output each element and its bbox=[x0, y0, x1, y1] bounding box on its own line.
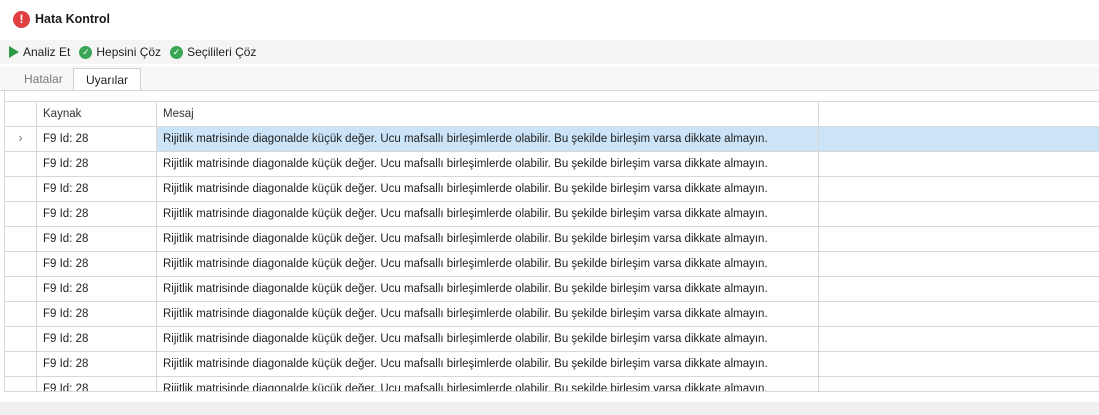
status-bar bbox=[0, 402, 1099, 415]
cell-filler bbox=[819, 152, 1099, 176]
grid-rows: › F9 Id: 28 Rijitlik matrisinde diagonalde… bbox=[5, 127, 1099, 391]
table-row[interactable]: F9 Id: 28 Rijitlik matrisinde diagonalde … bbox=[5, 327, 1099, 352]
table-row[interactable]: F9 Id: 28 Rijitlik matrisinde diagonalde … bbox=[5, 227, 1099, 252]
solve-selected-button-label: Seçilileri Çöz bbox=[187, 45, 257, 59]
column-header-source[interactable]: Kaynak bbox=[37, 102, 157, 126]
solve-selected-button[interactable]: ✓ Seçilileri Çöz bbox=[170, 42, 256, 62]
cell-message: Rijitlik matrisinde diagonalde küçük değ… bbox=[157, 177, 819, 201]
cell-filler bbox=[819, 302, 1099, 326]
cell-filler bbox=[819, 177, 1099, 201]
row-indicator bbox=[5, 177, 37, 201]
row-indicator: › bbox=[5, 127, 37, 151]
table-row[interactable]: F9 Id: 28 Rijitlik matrisinde diagonalde … bbox=[5, 177, 1099, 202]
row-indicator-header bbox=[5, 102, 37, 126]
cell-filler bbox=[819, 202, 1099, 226]
tab-warnings[interactable]: Uyarılar bbox=[73, 68, 142, 92]
cell-source: F9 Id: 28 bbox=[37, 227, 157, 251]
row-indicator bbox=[5, 252, 37, 276]
table-row[interactable]: F9 Id: 28 Rijitlik matrisinde diagonalde … bbox=[5, 277, 1099, 302]
cell-source: F9 Id: 28 bbox=[37, 302, 157, 326]
check-circle-icon: ✓ bbox=[170, 45, 184, 59]
cell-message: Rijitlik matrisinde diagonalde küçük değ… bbox=[157, 327, 819, 351]
cell-source: F9 Id: 28 bbox=[37, 277, 157, 301]
analyze-button-label: Analiz Et bbox=[23, 45, 71, 59]
table-row[interactable]: F9 Id: 28 Rijitlik matrisinde diagonalde … bbox=[5, 352, 1099, 377]
cell-filler bbox=[819, 127, 1099, 151]
tab-errors[interactable]: Hatalar bbox=[12, 68, 75, 90]
cell-filler bbox=[819, 252, 1099, 276]
table-row[interactable]: F9 Id: 28 Rijitlik matrisinde diagonalde … bbox=[5, 377, 1099, 391]
cell-filler bbox=[819, 327, 1099, 351]
cell-source: F9 Id: 28 bbox=[37, 152, 157, 176]
window-title: Hata Kontrol bbox=[35, 12, 110, 26]
tab-bar: Hatalar Uyarılar bbox=[0, 66, 1099, 92]
row-indicator bbox=[5, 377, 37, 391]
play-icon bbox=[9, 46, 19, 58]
check-circle-icon: ✓ bbox=[79, 45, 93, 59]
cell-filler bbox=[819, 377, 1099, 391]
table-row[interactable]: › F9 Id: 28 Rijitlik matrisinde diagonalde… bbox=[5, 127, 1099, 152]
table-row[interactable]: F9 Id: 28 Rijitlik matrisinde diagonalde … bbox=[5, 152, 1099, 177]
cell-source: F9 Id: 28 bbox=[37, 202, 157, 226]
cell-source: F9 Id: 28 bbox=[37, 252, 157, 276]
analyze-button[interactable]: Analiz Et bbox=[9, 42, 70, 62]
row-indicator bbox=[5, 202, 37, 226]
column-header-message[interactable]: Mesaj bbox=[157, 102, 819, 126]
cell-source: F9 Id: 28 bbox=[37, 377, 157, 391]
cell-filler bbox=[819, 352, 1099, 376]
row-indicator bbox=[5, 352, 37, 376]
solve-all-button[interactable]: ✓ Hepsini Çöz bbox=[79, 42, 161, 62]
cell-message: Rijitlik matrisinde diagonalde küçük değ… bbox=[157, 302, 819, 326]
table-row[interactable]: F9 Id: 28 Rijitlik matrisinde diagonalde … bbox=[5, 252, 1099, 277]
table-row[interactable]: F9 Id: 28 Rijitlik matrisinde diagonalde … bbox=[5, 302, 1099, 327]
row-indicator bbox=[5, 302, 37, 326]
toolbar: Analiz Et ✓ Hepsini Çöz ✓ Seçilileri Çöz bbox=[0, 40, 1099, 64]
row-indicator bbox=[5, 327, 37, 351]
cell-message: Rijitlik matrisinde diagonalde küçük değ… bbox=[157, 127, 819, 151]
cell-message: Rijitlik matrisinde diagonalde küçük değ… bbox=[157, 352, 819, 376]
solve-all-button-label: Hepsini Çöz bbox=[96, 45, 162, 59]
cell-message: Rijitlik matrisinde diagonalde küçük değ… bbox=[157, 252, 819, 276]
table-row[interactable]: F9 Id: 28 Rijitlik matrisinde diagonalde … bbox=[5, 202, 1099, 227]
cell-message: Rijitlik matrisinde diagonalde küçük değ… bbox=[157, 277, 819, 301]
cell-source: F9 Id: 28 bbox=[37, 127, 157, 151]
column-header-filler bbox=[819, 102, 1099, 126]
cell-message: Rijitlik matrisinde diagonalde küçük değ… bbox=[157, 202, 819, 226]
title-bar: ! Hata Kontrol bbox=[0, 0, 1099, 38]
row-indicator bbox=[5, 277, 37, 301]
cell-message: Rijitlik matrisinde diagonalde küçük değ… bbox=[157, 152, 819, 176]
cell-message: Rijitlik matrisinde diagonalde küçük değ… bbox=[157, 227, 819, 251]
cell-source: F9 Id: 28 bbox=[37, 177, 157, 201]
cell-source: F9 Id: 28 bbox=[37, 327, 157, 351]
row-indicator bbox=[5, 152, 37, 176]
warnings-grid: Kaynak Mesaj › F9 Id: 28 Rijitlik matrisin… bbox=[4, 90, 1099, 392]
cell-source: F9 Id: 28 bbox=[37, 352, 157, 376]
error-icon: ! bbox=[13, 10, 30, 28]
cell-filler bbox=[819, 277, 1099, 301]
cell-message: Rijitlik matrisinde diagonalde küçük değ… bbox=[157, 377, 819, 391]
grid-header: Kaynak Mesaj bbox=[5, 101, 1099, 127]
row-indicator bbox=[5, 227, 37, 251]
cell-filler bbox=[819, 227, 1099, 251]
